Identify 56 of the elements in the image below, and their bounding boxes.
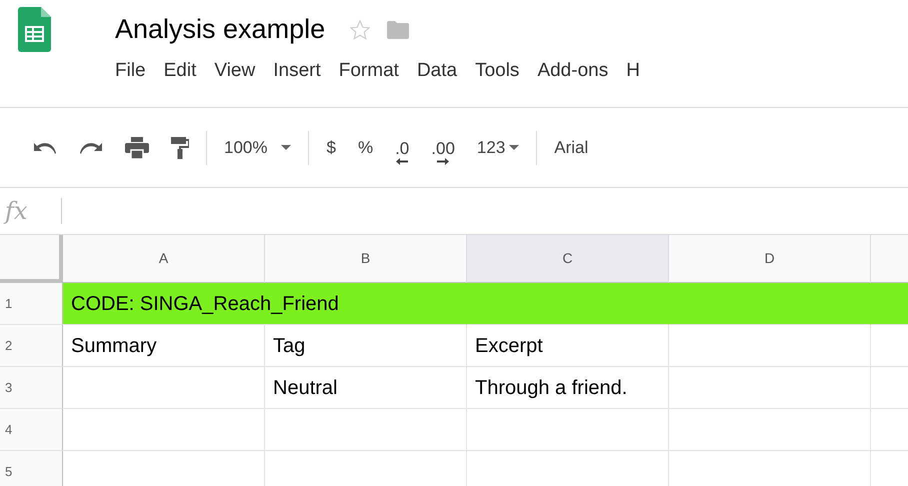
table-cell[interactable] (467, 409, 669, 451)
cell-text: Summary (71, 334, 157, 358)
toolbar-button[interactable]: % (346, 139, 384, 156)
decrease-decimal-button[interactable]: .0 (384, 130, 420, 165)
table-cell[interactable] (265, 409, 467, 451)
column-header[interactable]: C (467, 235, 669, 283)
toolbar-button[interactable]: $ (315, 139, 347, 156)
cell-text: Through a friend. (475, 376, 628, 400)
table-cell[interactable] (669, 325, 871, 367)
table-cell[interactable]: Summary (63, 325, 265, 367)
table-cell[interactable]: CODE: SINGA_Reach_Friend (63, 283, 467, 325)
table-cell[interactable] (871, 283, 908, 325)
table-cell[interactable] (669, 367, 871, 409)
document-title[interactable]: Analysis example (115, 16, 326, 43)
cell-text: Excerpt (475, 334, 543, 358)
row-header[interactable]: 4 (0, 409, 63, 451)
left-arrow-icon (396, 158, 408, 165)
increase-decimal-button[interactable]: .00 (420, 130, 466, 165)
zoom-dropdown[interactable]: 100% (213, 139, 302, 156)
sheets-logo-icon[interactable] (18, 7, 51, 52)
column-header[interactable]: A (63, 235, 265, 283)
toolbar-button[interactable]: Arial (543, 139, 600, 156)
menu-item[interactable]: File (106, 61, 155, 80)
table-cell[interactable]: Tag (265, 325, 467, 367)
menu-item[interactable]: Edit (154, 61, 206, 80)
table-cell[interactable]: Excerpt (467, 325, 669, 367)
cell-text: Neutral (273, 376, 338, 400)
menu-item[interactable]: Data (408, 61, 466, 80)
caret-icon (509, 145, 520, 150)
table-cell[interactable]: Through a friend. (467, 367, 669, 409)
star-icon[interactable] (349, 18, 372, 40)
cell-text: CODE: SINGA_Reach_Friend (71, 292, 339, 316)
table-cell[interactable] (63, 367, 265, 409)
table-cell[interactable] (63, 409, 265, 451)
row-header[interactable]: 3 (0, 367, 63, 409)
row-header[interactable]: 5 (0, 451, 63, 486)
row-header[interactable]: 2 (0, 325, 63, 367)
column-header[interactable] (871, 235, 908, 283)
menu-item[interactable]: Tools (466, 61, 528, 80)
column-header[interactable]: B (265, 235, 467, 283)
menu-item[interactable]: Add-ons (528, 61, 618, 80)
select-all-corner[interactable] (0, 235, 63, 283)
menu-item[interactable]: H (617, 61, 649, 80)
caret-icon (281, 145, 292, 150)
formula-label: fx (2, 196, 28, 227)
table-cell[interactable] (669, 409, 871, 451)
column-header[interactable]: D (669, 235, 871, 283)
row-header[interactable]: 1 (0, 283, 63, 325)
menu-item[interactable]: Insert (264, 61, 330, 80)
folder-icon[interactable] (387, 20, 410, 38)
menu-item[interactable]: View (205, 61, 264, 80)
menu-item[interactable]: Format (330, 61, 408, 80)
table-cell[interactable]: Neutral (265, 367, 467, 409)
format-dropdown[interactable]: 123 (466, 139, 530, 156)
cell-text: Tag (273, 334, 306, 358)
right-arrow-icon (437, 158, 450, 165)
